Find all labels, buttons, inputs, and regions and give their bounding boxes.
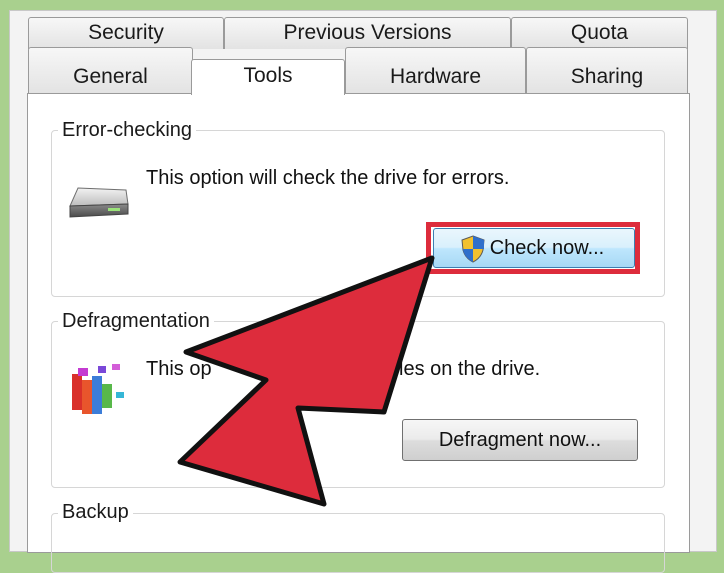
backup-title: Backup xyxy=(58,501,133,523)
defrag-description-start: This op xyxy=(146,358,212,380)
defrag-icon xyxy=(68,362,128,418)
error-checking-title: Error-checking xyxy=(58,119,197,141)
backup-group xyxy=(51,513,665,573)
tab-previous-versions[interactable]: Previous Versions xyxy=(224,17,511,49)
tab-security-label: Security xyxy=(88,21,164,44)
tab-previous-versions-label: Previous Versions xyxy=(283,21,452,44)
defragment-now-button[interactable]: Defragment now... xyxy=(402,419,638,461)
tab-sharing[interactable]: Sharing xyxy=(526,47,688,93)
tab-quota-label: Quota xyxy=(570,21,629,44)
tab-tools-label: Tools xyxy=(243,64,293,87)
defragment-now-label: Defragment now... xyxy=(438,429,602,451)
tab-tools[interactable]: Tools xyxy=(191,59,345,95)
check-now-highlight xyxy=(426,222,640,274)
defrag-description-end: files on the drive. xyxy=(389,358,541,380)
defragmentation-title: Defragmentation xyxy=(58,310,214,332)
defragmentation-group xyxy=(51,321,665,488)
tab-general[interactable]: General xyxy=(28,47,193,93)
error-checking-description: This option will check the drive for err… xyxy=(146,167,510,189)
tab-security[interactable]: Security xyxy=(28,17,224,49)
drive-icon xyxy=(64,184,132,224)
uac-shield-icon xyxy=(460,235,486,263)
tab-hardware[interactable]: Hardware xyxy=(345,47,526,93)
tab-quota[interactable]: Quota xyxy=(511,17,688,49)
